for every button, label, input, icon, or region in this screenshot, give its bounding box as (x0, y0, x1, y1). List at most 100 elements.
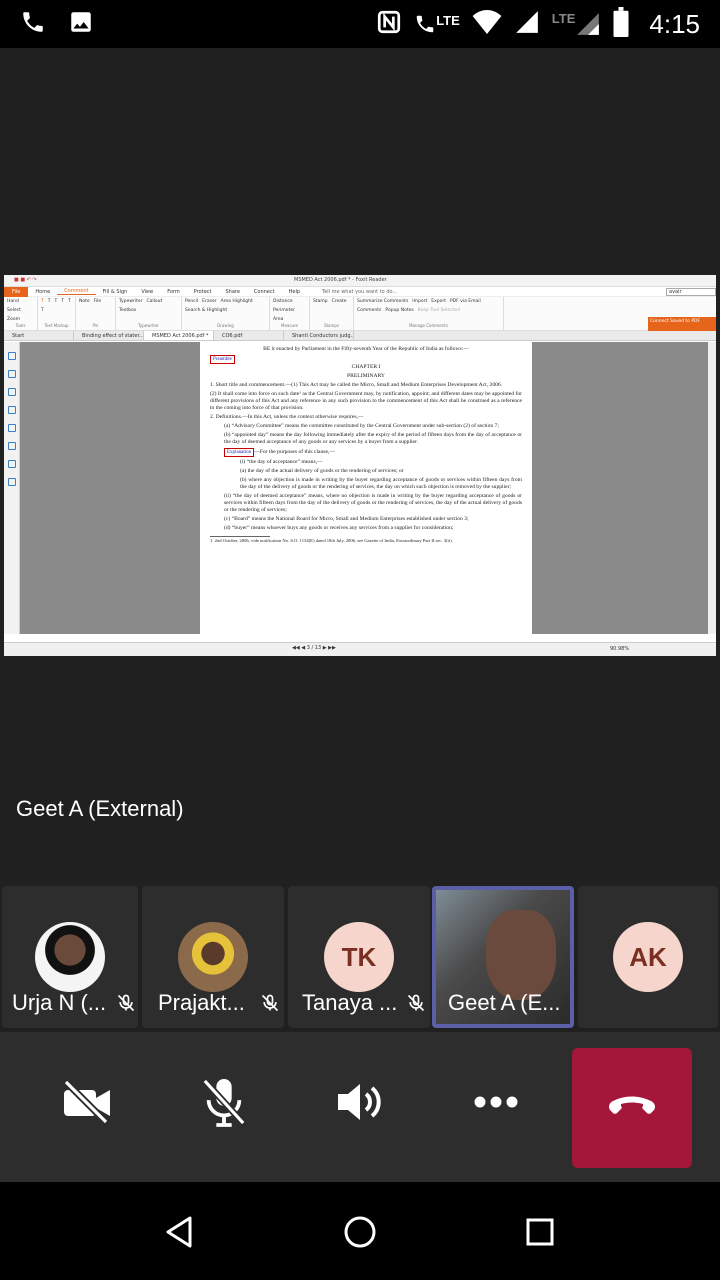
lock-icon[interactable] (8, 460, 16, 468)
menu-file[interactable]: File (4, 286, 29, 297)
page-number[interactable]: 3 / 13 (307, 645, 321, 651)
markup-tool[interactable]: T (41, 308, 44, 313)
security-icon[interactable] (8, 442, 16, 450)
participant-tile-speaking[interactable]: Geet A (E... (432, 886, 574, 1028)
doc-top-line: BE it enacted by Parliament in the Fifty… (263, 346, 469, 352)
mute-button[interactable] (192, 1072, 256, 1136)
export-comments[interactable]: Export (431, 299, 446, 304)
create-stamp-tool[interactable]: Create (332, 299, 347, 304)
pencil-tool[interactable]: Pencil (185, 299, 198, 304)
markup-tool[interactable]: T (48, 299, 51, 304)
group-label: Stamps (323, 323, 340, 328)
shared-screen-stage: ■ ■ ↶ ↷ MSMED Act 2006.pdf * - Foxit Rea… (0, 48, 720, 838)
pages-icon[interactable] (8, 370, 16, 378)
tab-start[interactable]: Start (4, 331, 74, 340)
search-input[interactable]: avair (666, 287, 716, 296)
eraser-tool[interactable]: Eraser (202, 299, 216, 304)
popup-notes[interactable]: Popup Notes (385, 308, 413, 313)
menu-help[interactable]: Help (282, 289, 307, 295)
camera-off-button[interactable] (56, 1072, 120, 1136)
menu-view[interactable]: View (134, 289, 160, 295)
search-highlight-tool[interactable]: Search & Highlight (185, 308, 227, 313)
image-icon (68, 9, 94, 40)
comments-menu[interactable]: Comments (357, 308, 381, 313)
menu-form[interactable]: Form (160, 289, 187, 295)
typewriter-tool[interactable]: Typewriter (119, 299, 143, 304)
navigation-panel (4, 342, 20, 634)
pin-file[interactable]: File (94, 299, 102, 304)
markup-tool[interactable]: T (55, 299, 58, 304)
tab-msmed-act[interactable]: MSMED Act 2006.pdf * (144, 331, 214, 340)
tab-binding-effect[interactable]: Binding effect of stater... (74, 331, 144, 340)
doc-paragraph: (b) where any objection is made in writi… (240, 477, 522, 490)
home-icon[interactable] (340, 1212, 380, 1252)
menu-home[interactable]: Home (28, 289, 57, 295)
perimeter-tool[interactable]: Perimeter (273, 308, 295, 313)
comments-icon[interactable] (8, 406, 16, 414)
stamp-tool[interactable]: Stamp (313, 299, 328, 304)
tab-shanti-conductors[interactable]: Shanti Conductors judg... (284, 331, 354, 340)
speaker-button[interactable] (328, 1072, 392, 1136)
participant-tile[interactable]: Prajakt... (142, 886, 284, 1028)
participant-tile[interactable]: AK (578, 886, 718, 1028)
speaker-icon (334, 1079, 386, 1130)
markup-tool[interactable]: T (68, 299, 71, 304)
doc-paragraph: (b) “appointed day” means the day follow… (224, 432, 522, 445)
shared-screen[interactable]: ■ ■ ↶ ↷ MSMED Act 2006.pdf * - Foxit Rea… (4, 275, 716, 656)
distance-tool[interactable]: Distance (273, 299, 293, 304)
menu-share[interactable]: Share (218, 289, 246, 295)
page-indicator[interactable]: ◀◀ ◀ 3 / 13 ▶ ▶▶ (292, 645, 336, 651)
zoom-level[interactable]: 90.98% (610, 646, 629, 652)
hang-up-button[interactable] (572, 1048, 692, 1168)
markup-tool[interactable]: T (61, 299, 64, 304)
participant-tile[interactable]: TK Tanaya ... (288, 886, 430, 1028)
keep-tool-selected[interactable]: Keep Tool Selected (418, 308, 460, 313)
avatar-initials: AK (613, 922, 683, 992)
call-lte-icon: LTE (414, 13, 460, 35)
ribbon: Hand Select Zoom Tools TTTTTT Text Markup … (4, 297, 716, 331)
preamble-annotation[interactable]: Preamble (210, 355, 235, 364)
ribbon-group-typewriter: Typewriter Callout Textbox Typewriter (116, 297, 182, 330)
tab-co6[interactable]: CO6.pdf (214, 331, 284, 340)
participant-tile[interactable]: Urja N (... (2, 886, 138, 1028)
group-label: Manage Comments (409, 323, 448, 328)
menu-comment[interactable]: Comment (57, 288, 96, 295)
connect-badge[interactable]: Connect Saved to PDF (648, 317, 716, 331)
summarize-comments[interactable]: Summarize Comments (357, 299, 408, 304)
layers-icon[interactable] (8, 388, 16, 396)
group-label: Tools (15, 323, 26, 328)
area-highlight-tool[interactable]: Area Highlight (221, 299, 253, 304)
bookmark-icon[interactable] (8, 352, 16, 360)
doc-paragraph: (a) “Advisory Committee” means the commi… (224, 423, 499, 429)
hang-up-icon (606, 1094, 658, 1123)
video-face (486, 910, 556, 1000)
area-tool[interactable]: Area (273, 317, 283, 322)
import-comments[interactable]: Import (412, 299, 427, 304)
tell-me-box[interactable]: Tell me what you want to do... (315, 289, 404, 295)
signature-icon[interactable] (8, 478, 16, 486)
tool-zoom[interactable]: Zoom (7, 317, 20, 322)
presenter-name: Geet A (External) (16, 796, 184, 821)
pdf-page[interactable]: BE it enacted by Parliament in the Fifty… (200, 342, 532, 634)
group-label: Typewriter (138, 323, 159, 328)
explanation-annotation[interactable]: Explanation (224, 448, 255, 457)
menu-connect[interactable]: Connect (247, 289, 282, 295)
back-icon[interactable] (160, 1212, 200, 1252)
textbox-tool[interactable]: Textbox (119, 308, 136, 313)
pin-note[interactable]: Note (79, 299, 90, 304)
more-options-button[interactable] (464, 1072, 528, 1136)
doc-paragraph: (d) “buyer” means whoever buys any goods… (224, 525, 454, 531)
attachment-icon[interactable] (8, 424, 16, 432)
menu-fill-sign[interactable]: Fill & Sign (96, 289, 135, 295)
call-controls (0, 1032, 720, 1182)
participant-name: Urja N (... (12, 990, 107, 1015)
vertical-scrollbar[interactable] (708, 342, 716, 634)
tool-select[interactable]: Select (7, 308, 21, 313)
menu-protect[interactable]: Protect (187, 289, 219, 295)
doc-footnote: 1. 2nd October, 2006, vide notification … (210, 538, 453, 543)
tool-hand[interactable]: Hand (7, 299, 19, 304)
markup-tool[interactable]: T (41, 299, 44, 304)
pdf-via-email[interactable]: PDF via Email (450, 299, 481, 304)
callout-tool[interactable]: Callout (147, 299, 163, 304)
recents-icon[interactable] (520, 1212, 560, 1252)
